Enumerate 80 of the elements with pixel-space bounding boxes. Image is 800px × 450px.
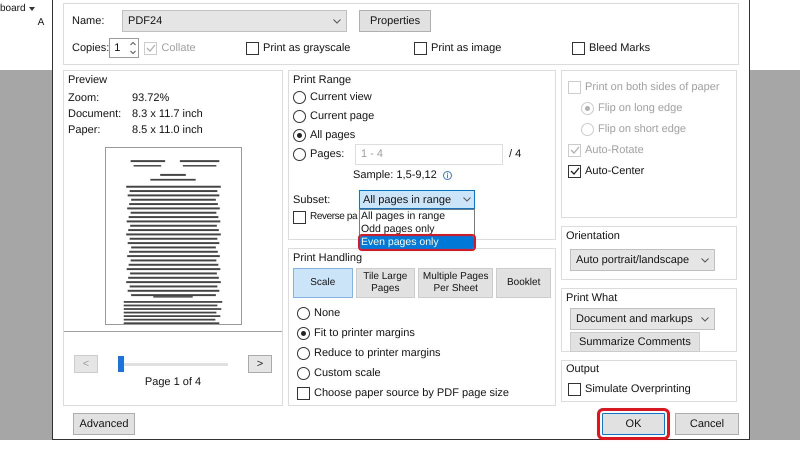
- auto-rotate-label: Auto-Rotate: [585, 143, 644, 157]
- print-range-title: Print Range: [293, 73, 352, 87]
- ribbon-label: A: [38, 16, 44, 30]
- checkbox[interactable]: [297, 386, 310, 400]
- page-indicator: Page 1 of 4: [144, 375, 202, 389]
- print-handling-title: Print Handling: [293, 251, 364, 265]
- radio-label: Pages:: [310, 147, 344, 161]
- preview-title: Preview: [68, 73, 108, 87]
- printer-select[interactable]: PDF24: [122, 10, 347, 32]
- info-label: Document:: [68, 107, 122, 121]
- info-icon: [442, 170, 452, 180]
- checkbox[interactable]: [246, 42, 259, 54]
- reverse-label: Reverse pa: [310, 210, 358, 224]
- checkbox[interactable]: [568, 164, 581, 178]
- caret-icon: [701, 316, 709, 322]
- radio-label: Current page: [310, 109, 374, 123]
- handling-tab[interactable]: Multiple Pages Per Sheet: [418, 268, 494, 298]
- cancel-button[interactable]: Cancel: [675, 413, 739, 435]
- dropdown-option[interactable]: All pages in range: [360, 210, 474, 223]
- radio-button[interactable]: [293, 148, 306, 160]
- caret-icon: [463, 197, 471, 202]
- dropdown-option[interactable]: Odd pages only: [360, 223, 474, 236]
- radio-button[interactable]: [297, 366, 310, 380]
- checkbox[interactable]: [293, 210, 306, 224]
- option-label: Bleed Marks: [589, 41, 650, 55]
- subset-select[interactable]: All pages in range: [359, 190, 475, 209]
- output-title: Output: [566, 362, 600, 376]
- info-label: Paper:: [68, 123, 102, 137]
- copies-field[interactable]: 1: [109, 38, 140, 58]
- ribbon-label: board: [0, 2, 26, 16]
- page-slider[interactable]: [118, 356, 228, 372]
- option-label: Print as grayscale: [263, 41, 350, 55]
- radio-label: Fit to printer margins: [314, 326, 415, 340]
- copies-label: Copies:: [72, 41, 110, 55]
- radio-button[interactable]: [293, 90, 306, 104]
- name-label: Name:: [72, 14, 106, 28]
- checkbox[interactable]: [414, 42, 427, 54]
- spinner-icon: [130, 41, 136, 55]
- dropdown-option[interactable]: Even pages only: [360, 236, 474, 249]
- subset-label: Subset:: [293, 192, 332, 206]
- caret-icon: [28, 7, 35, 11]
- info-label: Zoom:: [68, 91, 100, 105]
- advanced-button[interactable]: Advanced: [73, 413, 135, 435]
- radio-button[interactable]: [293, 110, 306, 122]
- duplex-label: Print on both sides of paper: [585, 80, 720, 94]
- radio-button[interactable]: [297, 306, 310, 320]
- radio-button[interactable]: [297, 346, 310, 360]
- caret-icon: [701, 258, 709, 262]
- radio-button[interactable]: [293, 128, 306, 142]
- print-what-select[interactable]: Document and markups: [570, 308, 715, 330]
- info-value: 8.3 x 11.7 inch: [132, 107, 203, 121]
- radio-label: All pages: [310, 128, 356, 142]
- page-total: / 4: [509, 147, 522, 161]
- properties-button[interactable]: Properties: [359, 10, 432, 32]
- info-value: 93.72%: [132, 91, 170, 105]
- simulate-label: Simulate Overprinting: [585, 382, 691, 396]
- option-label: Print as image: [431, 41, 502, 55]
- sample-text: Sample: 1,5-9,12: [353, 168, 437, 182]
- radio-label: Current view: [310, 90, 372, 104]
- radio-label: Reduce to printer margins: [314, 346, 441, 360]
- orientation-select[interactable]: Auto portrait/landscape: [570, 249, 715, 271]
- collate-label: Collate: [161, 41, 196, 55]
- radio-label: None: [314, 306, 340, 320]
- handling-tab[interactable]: Tile Large Pages: [356, 268, 416, 298]
- radio-label: Custom scale: [314, 366, 381, 380]
- summarize-comments-button[interactable]: Summarize Comments: [570, 332, 700, 352]
- checkbox[interactable]: [568, 382, 581, 396]
- handling-tab[interactable]: Scale: [293, 268, 353, 298]
- orientation-title: Orientation: [566, 229, 621, 243]
- checkbox[interactable]: [572, 42, 585, 54]
- handling-tab[interactable]: Booklet: [496, 268, 551, 298]
- radio-label: Flip on long edge: [598, 101, 682, 115]
- print-what-title: Print What: [566, 291, 618, 305]
- caret-icon: [333, 18, 341, 24]
- auto-center-label: Auto-Center: [585, 164, 644, 178]
- next-page-button[interactable]: >: [248, 355, 272, 373]
- radio-button[interactable]: [297, 326, 310, 340]
- radio-label: Flip on short edge: [598, 122, 686, 136]
- info-value: 8.5 x 11.0 inch: [132, 123, 203, 137]
- paper-source-label: Choose paper source by PDF page size: [314, 386, 510, 400]
